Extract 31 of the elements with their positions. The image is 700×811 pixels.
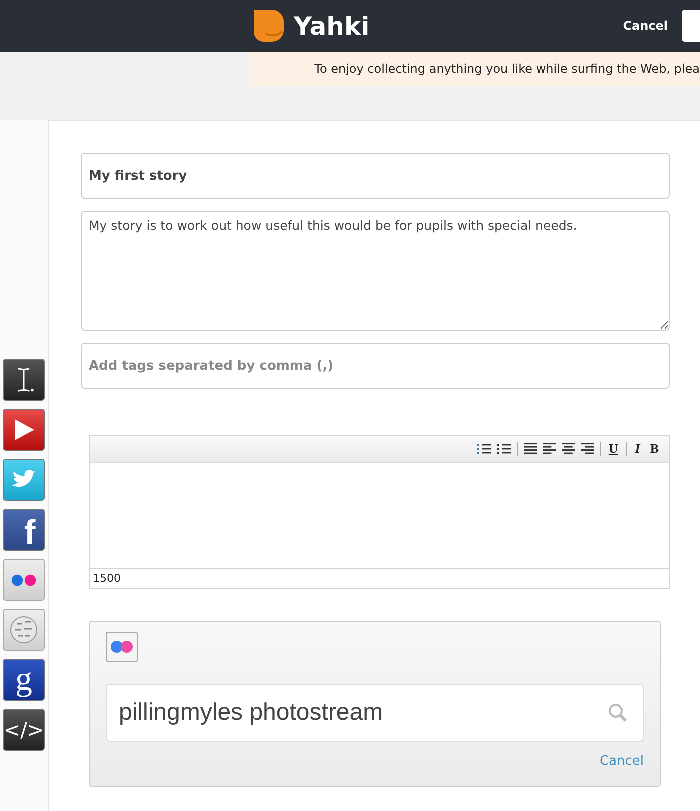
bullet-list-icon[interactable] [496, 443, 511, 455]
facebook-button[interactable]: f [3, 509, 45, 551]
cancel-link[interactable]: Cancel [623, 19, 668, 33]
align-right-icon[interactable] [580, 443, 594, 455]
google-glyph: g [16, 663, 32, 697]
embed-glyph: </> [4, 720, 44, 740]
italic-button[interactable]: I [633, 441, 642, 457]
tags-field[interactable]: Add tags separated by comma (,) [81, 343, 670, 389]
text-button[interactable] [3, 359, 45, 401]
flickr-source-button[interactable] [106, 632, 138, 662]
underline-button[interactable]: U [606, 441, 620, 457]
character-counter: 1500 [90, 568, 669, 588]
align-center-icon[interactable] [562, 443, 575, 455]
flickr-button[interactable] [3, 559, 45, 601]
google-button[interactable]: g [3, 659, 45, 701]
logo-text: Yahki [294, 12, 370, 40]
embed-button[interactable]: </> [3, 709, 45, 751]
title-field[interactable]: My first story [81, 153, 670, 199]
facebook-glyph: f [24, 516, 36, 550]
flickr-search-field[interactable]: pillingmyles photostream [106, 684, 644, 742]
bold-button[interactable]: B [648, 441, 661, 457]
two-dots-icon [110, 641, 134, 653]
twitter-button[interactable] [3, 459, 45, 501]
youtube-button[interactable] [3, 409, 45, 451]
numbered-list-icon[interactable] [476, 443, 491, 455]
globe-icon [9, 615, 39, 645]
description-field[interactable]: My story is to work out how useful this would be for pupils with special needs. [81, 211, 670, 331]
justify-icon[interactable] [524, 443, 537, 455]
two-dots-icon [10, 574, 38, 586]
notice-text: To enjoy collecting anything you like while surfing the Web, plea [314, 62, 700, 76]
align-left-icon[interactable] [542, 443, 556, 455]
